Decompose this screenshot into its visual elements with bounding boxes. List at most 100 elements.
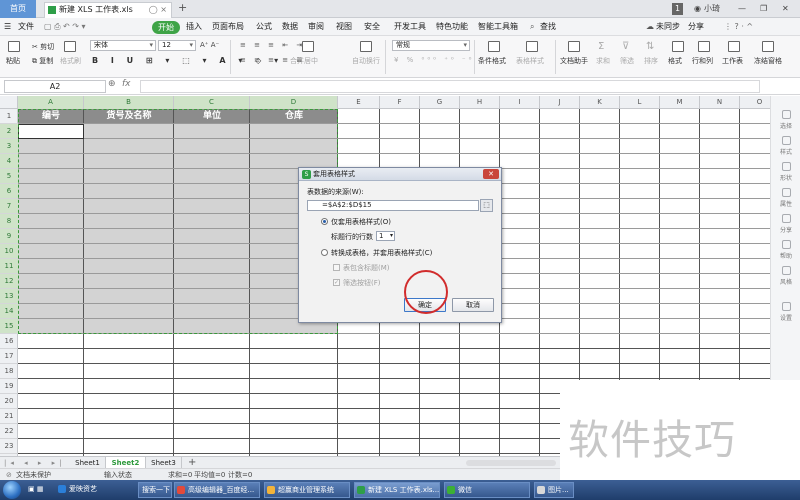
row-header[interactable]: 17 <box>0 349 18 364</box>
font-size-up-down-icons[interactable]: A⁺ A⁻ <box>200 41 219 49</box>
row-header[interactable]: 23 <box>0 439 18 454</box>
dialog-close-button[interactable]: ✕ <box>483 169 499 179</box>
zoom-lookup-icon[interactable]: ⊕ <box>108 79 116 89</box>
panel-help[interactable]: 帮助 <box>771 240 800 260</box>
start-button[interactable] <box>3 481 21 499</box>
row-header[interactable]: 15 <box>0 319 18 334</box>
taskbar-item-0[interactable]: 爱映资艺 <box>56 482 136 498</box>
row-header[interactable]: 6 <box>0 184 18 199</box>
row-header[interactable]: 13 <box>0 289 18 304</box>
menu-icon[interactable]: ☰ <box>4 18 11 36</box>
document-tab[interactable]: 新建 XLS 工作表.xls ◯ × <box>44 2 172 18</box>
table-style-icon[interactable] <box>526 41 538 52</box>
tab-security[interactable]: 安全 <box>364 18 380 36</box>
format-painter-button[interactable]: 格式刷 <box>60 56 81 66</box>
row-header[interactable]: 7 <box>0 199 18 214</box>
radio-convert-table[interactable] <box>321 249 328 256</box>
column-header[interactable]: J <box>540 96 580 109</box>
row-header[interactable]: 3 <box>0 139 18 154</box>
row-header[interactable]: 8 <box>0 214 18 229</box>
menu-search[interactable]: 查找 <box>540 18 556 36</box>
row-header[interactable]: 9 <box>0 229 18 244</box>
row-header[interactable]: 21 <box>0 409 18 424</box>
tab-start[interactable]: 开始 <box>152 21 180 34</box>
radio-style-only-label[interactable]: 仅套用表格样式(O) <box>331 217 391 227</box>
column-header[interactable]: H <box>460 96 500 109</box>
tab-special[interactable]: 特色功能 <box>436 18 468 36</box>
row-col-icon[interactable] <box>698 41 710 52</box>
cut-button[interactable]: ✂ 剪切 <box>32 42 54 52</box>
restore-icon[interactable]: ❐ <box>760 0 767 18</box>
filter-icon[interactable]: ⊽ <box>622 41 629 52</box>
column-header[interactable]: B <box>84 96 174 109</box>
formula-input[interactable] <box>140 80 760 93</box>
sort-button[interactable]: 排序 <box>644 56 658 66</box>
column-header[interactable]: K <box>580 96 620 109</box>
sort-icon[interactable]: ⇅ <box>646 41 654 52</box>
paste-button[interactable]: 粘贴 <box>6 56 20 66</box>
filter-button[interactable]: 筛选 <box>620 56 634 66</box>
taskbar-folder-icons[interactable]: ▣ ▦ <box>26 482 56 498</box>
radio-convert-table-label[interactable]: 转换成表格，并套用表格样式(C) <box>331 248 432 258</box>
tab-formula[interactable]: 公式 <box>256 18 272 36</box>
taskbar-item-6[interactable]: 图片... <box>534 482 574 498</box>
more-icons[interactable]: ⋮ ? · ^ <box>724 18 753 36</box>
taskbar-item-4[interactable]: 新建 XLS 工作表.xls... <box>354 482 440 498</box>
wrap-text-icon[interactable] <box>360 41 372 52</box>
row-header[interactable]: 2 <box>0 124 18 139</box>
auto-wrap-button[interactable]: 自动换行 <box>352 56 380 66</box>
taskbar-item-5[interactable]: 微信 <box>444 482 530 498</box>
format-icon[interactable] <box>672 41 684 52</box>
sync-status[interactable]: 未同步 <box>656 18 680 36</box>
worksheet-button[interactable]: 工作表 <box>722 56 743 66</box>
panel-property[interactable]: 属性 <box>771 188 800 208</box>
merge-center-icon[interactable] <box>302 41 314 52</box>
column-header[interactable]: O <box>740 96 770 109</box>
copy-button[interactable]: ⧉ 复制 <box>32 56 53 66</box>
format-button[interactable]: 格式 <box>668 56 682 66</box>
number-style-icons[interactable]: ¥ % ⁰⁰⁰ ⁺⁰ ⁻⁰ <box>394 56 474 64</box>
doc-helper-button[interactable]: 文档助手 <box>560 56 588 66</box>
row-header[interactable]: 16 <box>0 334 18 349</box>
panel-shape[interactable]: 形状 <box>771 162 800 182</box>
radio-style-only[interactable] <box>321 218 328 225</box>
new-tab-button[interactable]: + <box>178 1 187 14</box>
sum-icon[interactable]: Σ <box>598 41 604 52</box>
tab-close-icon[interactable]: ◯ × <box>149 3 167 17</box>
tab-review[interactable]: 审阅 <box>308 18 324 36</box>
row-header[interactable]: 10 <box>0 244 18 259</box>
row-header[interactable]: 1 <box>0 109 18 124</box>
row-header[interactable]: 5 <box>0 169 18 184</box>
cancel-button[interactable]: 取消 <box>452 298 494 312</box>
paste-icon[interactable] <box>8 41 20 52</box>
tab-smart-toolbox[interactable]: 智能工具箱 <box>478 18 518 36</box>
column-header[interactable]: N <box>700 96 740 109</box>
table-style-button[interactable]: 表格样式 <box>516 56 544 66</box>
home-tab[interactable]: 首页 <box>0 0 36 18</box>
format-painter-icon[interactable] <box>64 41 76 52</box>
doc-helper-icon[interactable] <box>568 41 580 52</box>
column-header[interactable]: E <box>338 96 380 109</box>
range-input[interactable]: =$A$2:$D$15 <box>307 200 479 211</box>
align-icons[interactable]: ≡ ≡ ≡ ⇤ ⇥ <box>240 41 305 49</box>
row-header[interactable]: 19 <box>0 379 18 394</box>
select-all-corner[interactable] <box>0 96 18 109</box>
taskbar-item-3[interactable]: 超赢商业管理系统 <box>264 482 350 498</box>
quick-access-icons[interactable]: ▢ ⎙ ↶ ↷ ▾ <box>44 18 86 36</box>
panel-settings[interactable]: 设置 <box>771 302 800 322</box>
fx-icon[interactable]: fx <box>122 79 131 89</box>
close-icon[interactable]: ✕ <box>782 0 789 18</box>
taskbar-item-1[interactable]: 搜索一下 <box>138 482 172 498</box>
freeze-button[interactable]: 冻结窗格 <box>754 56 782 66</box>
row-header[interactable]: 22 <box>0 424 18 439</box>
row-header[interactable]: 18 <box>0 364 18 379</box>
column-header[interactable]: M <box>660 96 700 109</box>
tab-view[interactable]: 视图 <box>336 18 352 36</box>
row-header[interactable]: 20 <box>0 394 18 409</box>
conditional-format-icon[interactable] <box>488 41 500 52</box>
cell-name-box[interactable]: A2 <box>4 80 106 93</box>
menu-file[interactable]: 文件 <box>18 18 34 36</box>
column-header[interactable]: F <box>380 96 420 109</box>
column-header[interactable]: L <box>620 96 660 109</box>
range-picker-button[interactable]: ⬚ <box>480 199 493 212</box>
